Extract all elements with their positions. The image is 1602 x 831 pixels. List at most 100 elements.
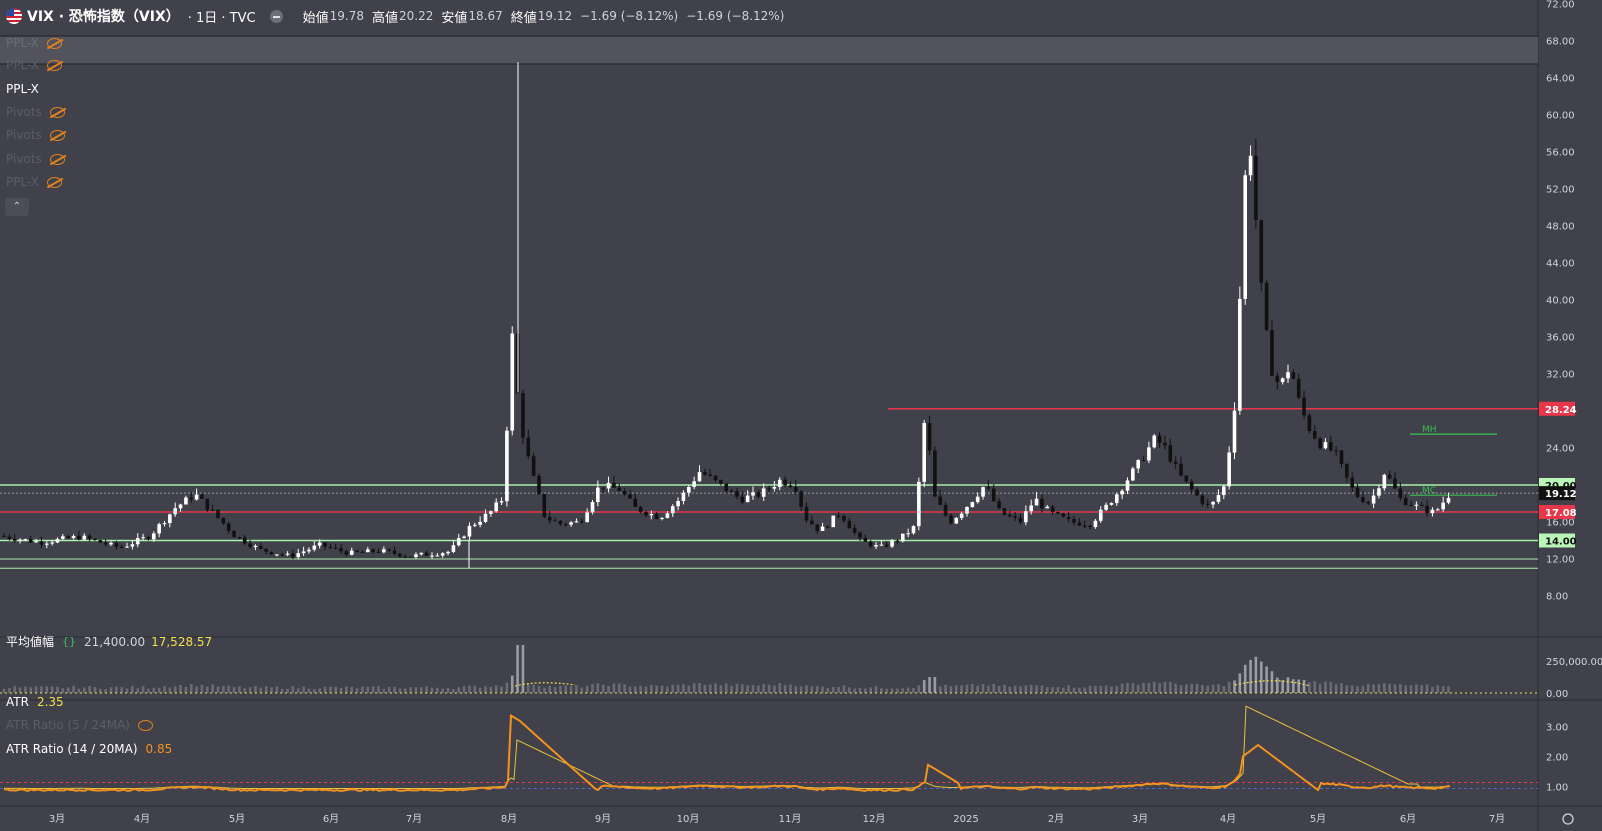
settings-gear-icon[interactable] [1562,813,1574,825]
volume-bar [1297,679,1300,693]
volume-bar [1110,686,1113,693]
candle-body [87,535,92,539]
eye-hidden-icon[interactable] [49,153,65,165]
eye-hidden-icon[interactable] [49,106,65,118]
legend-ppl-x-hidden-3[interactable]: PPL-X [6,175,62,189]
candle-body [376,551,381,553]
candle-body [349,550,354,555]
volume-bar [232,687,236,693]
legend-label: PPL-X [6,58,39,72]
volume-bar [211,684,214,693]
volume-bar [238,686,241,693]
candle-body [858,532,862,538]
candle-body [1350,477,1354,488]
volume-bar [296,688,300,693]
volume-bar [1361,685,1365,693]
volume-bar [104,688,107,693]
volume-bar [532,684,535,693]
legend-ppl-x-hidden[interactable]: PPL-X [6,36,62,50]
candle-body [884,544,889,547]
volume-bar [773,685,776,693]
candle-body [1109,503,1114,505]
time-tick-label: 2月 [1048,813,1064,825]
volume-bar [794,686,798,693]
candle-body [938,496,943,505]
volume-bar [1259,661,1263,693]
candle-body [371,549,375,552]
volume-bar [692,683,696,693]
time-tick-label: 3月 [49,813,65,825]
volume-bar [1281,680,1284,693]
volume-bar [93,687,97,693]
eye-hidden-icon[interactable] [46,176,62,188]
volume-bar [708,684,712,693]
time-tick-label: 5月 [1310,813,1326,825]
candle-body [323,542,327,547]
symbol-title[interactable]: VIX · 恐怖指数（VIX） [27,6,180,26]
volume-bar [425,686,428,693]
volume-bar [420,687,423,693]
candle-body [1216,495,1221,502]
volume-bar [313,688,316,693]
candle-body [264,548,268,552]
symbol-header: VIX · 恐怖指数（VIX） · 1日 · TVC 始値 19.78 高値 2… [0,0,1538,32]
eye-hidden-icon[interactable] [46,37,62,49]
candle-body [1024,511,1028,523]
collapse-legend-button[interactable]: ⌃ [5,198,29,216]
eye-hidden-icon[interactable] [46,59,62,71]
legend-ppl-x-hidden-2[interactable]: PPL-X [6,58,62,72]
candle-body [446,551,450,554]
close-label: 終値 [510,10,537,26]
candle-body [440,553,445,556]
volume-bar [1003,684,1006,693]
volume-bar [115,686,118,693]
volume-bar [1292,679,1295,693]
legend-pivots-1[interactable]: Pivots [6,105,65,119]
candle-body [77,536,81,540]
candle-body [729,491,734,493]
legend-ppl-x[interactable]: PPL-X [6,82,39,96]
atr-value: 2.35 [36,695,64,709]
candle-body [1414,504,1419,506]
volume-bar [446,687,450,693]
candle-body [580,521,584,523]
candle-body [355,550,359,552]
volume-bar [163,686,166,693]
chart-svg[interactable]: MH MC 72.00 68.00 64.00 60.00 56.00 52.00 48.00 4… [0,0,1602,831]
source-code-icon[interactable]: {} [62,635,76,648]
volume-bar [987,685,990,693]
volume-bar [387,686,391,693]
volume-bar [831,687,835,693]
candle-body [200,494,204,499]
volume-bar [500,686,503,693]
candle-body [125,546,129,548]
candle-body [205,498,210,510]
volume-bar [275,686,279,693]
candle-body [119,546,124,548]
chart-root: MH MC 72.00 68.00 64.00 60.00 56.00 52.00 48.00 4… [0,0,1602,831]
interval-label[interactable]: · 1日 · TVC [188,7,256,26]
candle-body [917,481,921,527]
candle-body [1361,496,1365,503]
eye-hidden-icon[interactable] [137,719,153,731]
candle-body [826,526,830,528]
legend-pivots-3[interactable]: Pivots [6,152,65,166]
atr-ratio-faded-header[interactable]: ATR Ratio (5 / 24MA) [6,718,153,732]
candle-body [1248,155,1253,176]
candle-body [794,487,798,492]
volume-bar [869,687,872,693]
legend-pivots-2[interactable]: Pivots [6,128,65,142]
volume-bar [960,685,963,693]
candle-body [660,517,664,519]
volume-bar [345,686,348,693]
candle-body [12,538,17,541]
collapse-dot-icon[interactable] [269,9,283,23]
candle-body [435,555,440,557]
candle-body [237,537,242,539]
volume-bar [634,686,637,693]
candle-body [836,515,841,517]
volume-bar [971,683,974,693]
volume-bar [1190,683,1193,693]
eye-hidden-icon[interactable] [49,129,65,141]
candle-body [1409,505,1413,507]
